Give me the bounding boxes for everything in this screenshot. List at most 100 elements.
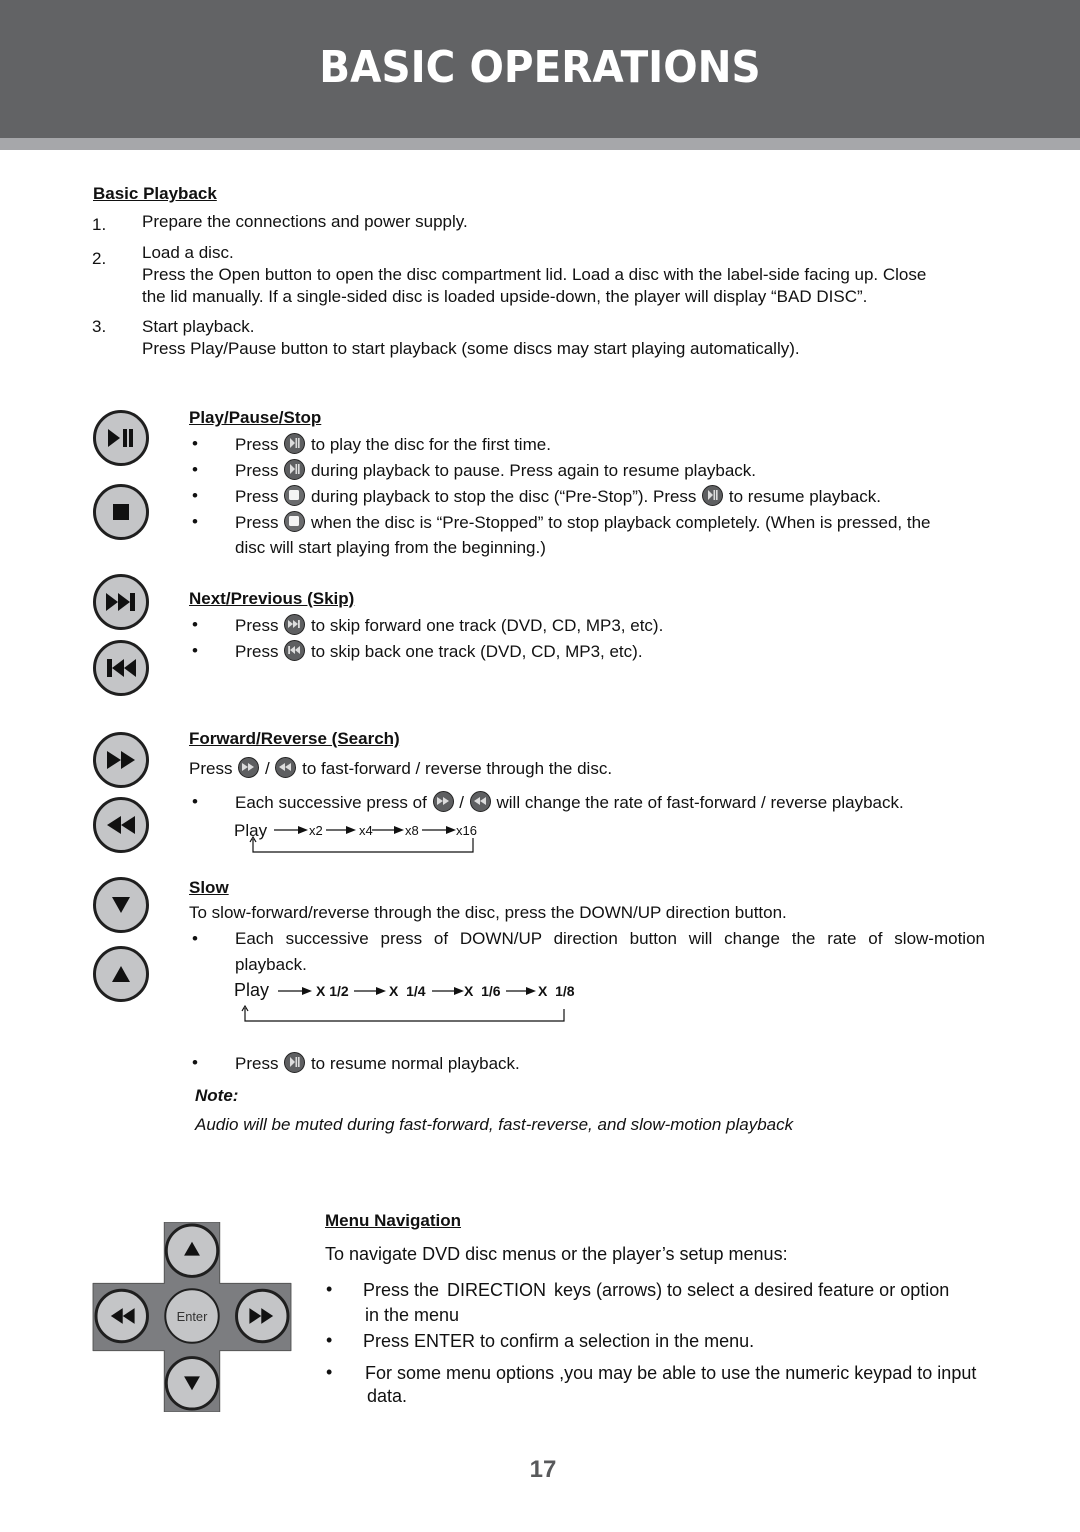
list-text: during playback to stop the disc (“Pre-S… <box>310 487 697 506</box>
list-text: Press <box>235 513 279 532</box>
list-text: Press <box>235 1054 279 1073</box>
previous-track-icon <box>107 659 136 677</box>
rewind-icon <box>107 816 135 834</box>
previous-track-icon <box>284 640 306 661</box>
list-item: Each successive press of / will change t… <box>235 791 904 814</box>
next-track-icon <box>106 593 135 611</box>
list-text: during playback to pause. Press again to… <box>310 461 757 480</box>
list-text: Press <box>235 487 279 506</box>
bullet: • <box>192 929 198 948</box>
rewind-icon <box>469 791 491 812</box>
next-track-icon <box>284 614 306 635</box>
list-text: Press <box>235 461 279 480</box>
direction-pad-illustration: Enter <box>92 1222 292 1412</box>
list-text: playback. <box>235 955 307 974</box>
list-text: Press <box>189 759 233 778</box>
list-text: / <box>264 759 270 778</box>
next-track-button-illustration <box>93 574 149 630</box>
previous-track-button-illustration <box>93 640 149 696</box>
fast-forward-icon <box>238 757 260 778</box>
list-item: Press during playback to stop the disc (… <box>235 485 881 508</box>
slow-heading: Slow <box>189 878 229 897</box>
list-text: Each successive press of <box>235 793 427 812</box>
play-pause-icon <box>702 485 724 506</box>
page-number: 17 <box>529 1456 557 1483</box>
stop-icon <box>284 511 306 532</box>
list-text: Each successive press of DOWN/UP directi… <box>235 929 985 948</box>
direction-key-label: DIRECTION <box>447 1280 547 1300</box>
bullet: • <box>192 486 198 505</box>
flow-step: X 1/8 <box>538 983 575 999</box>
list-text: For some menu options ,you may be able t… <box>365 1363 977 1383</box>
list-item: Press to skip forward one track (DVD, CD… <box>235 614 663 637</box>
flow-step: x2 <box>309 823 323 838</box>
list-text: when the disc is “Pre-Stopped” to stop p… <box>310 513 931 532</box>
page-title: BASIC OPERATIONS <box>319 42 761 93</box>
down-button-illustration <box>93 877 149 933</box>
step-number: 2. <box>92 249 107 268</box>
list-text: to resume playback. <box>728 487 882 506</box>
list-text: Press the <box>363 1280 445 1300</box>
list-text: to fast-forward / reverse through the di… <box>302 759 613 778</box>
basic-playback-heading: Basic Playback <box>93 184 217 203</box>
skip-heading: Next/Previous (Skip) <box>189 589 355 608</box>
list-text: keys (arrows) to select a desired featur… <box>549 1280 950 1300</box>
step-number: 1. <box>92 215 107 234</box>
search-intro: Press / to fast-forward / reverse throug… <box>189 757 612 780</box>
play-pause-button-illustration <box>93 410 149 466</box>
stop-icon <box>284 485 306 506</box>
fast-forward-icon <box>107 751 135 769</box>
flow-step: X 1/6 <box>464 983 501 999</box>
fast-forward-button-illustration <box>93 732 149 788</box>
step-text: the lid manually. If a single-sided disc… <box>142 287 868 306</box>
list-item: Press to resume normal playback. <box>235 1052 520 1075</box>
list-text: Press ENTER to confirm a selection in th… <box>363 1331 755 1351</box>
play-pause-icon <box>284 459 306 480</box>
bullet: • <box>326 1330 333 1350</box>
flow-step: X 1/2 <box>316 983 349 999</box>
menu-navigation-heading: Menu Navigation <box>325 1211 462 1230</box>
bullet: • <box>192 460 198 479</box>
stop-button-illustration <box>93 484 149 540</box>
note-label: Note: <box>195 1086 239 1105</box>
fast-forward-icon <box>432 791 454 812</box>
note-text: Audio will be muted during fast-forward,… <box>195 1115 794 1134</box>
rewind-button-illustration <box>93 797 149 853</box>
play-pause-icon <box>284 1052 306 1073</box>
bullet: • <box>192 641 198 660</box>
enter-label: Enter <box>177 1309 208 1324</box>
list-text: to skip forward one track (DVD, CD, MP3,… <box>310 616 664 635</box>
play-pause-icon <box>108 429 133 447</box>
up-arrow-icon <box>112 966 130 982</box>
list-text: to skip back one track (DVD, CD, MP3, et… <box>310 642 643 661</box>
list-item: Press during playback to pause. Press ag… <box>235 459 756 482</box>
list-text: will change the rate of fast-forward / r… <box>496 793 904 812</box>
flow-step: x16 <box>456 823 477 838</box>
header-stripe <box>0 138 1080 150</box>
list-item: Press to play the disc for the first tim… <box>235 433 551 456</box>
list-text: data. <box>367 1386 408 1406</box>
flow-step: Play <box>234 821 268 840</box>
step-number: 3. <box>92 317 107 336</box>
down-arrow-icon <box>112 897 130 913</box>
menu-intro: To navigate DVD disc menus or the player… <box>325 1244 788 1264</box>
list-text: Press <box>235 435 279 454</box>
search-heading: Forward/Reverse (Search) <box>189 729 400 748</box>
flow-step: x8 <box>405 823 419 838</box>
flow-step: Play <box>234 980 269 1000</box>
list-text: to resume normal playback. <box>310 1054 520 1073</box>
up-button-illustration <box>93 946 149 1002</box>
rewind-icon <box>275 757 297 778</box>
slow-speed-flow-diagram: Play X 1/2 X 1/4 X 1/6 X 1/8 <box>234 980 575 1022</box>
step-title: Start playback. <box>142 317 255 336</box>
step-title: Prepare the connections and power supply… <box>142 212 468 231</box>
list-text: disc will start playing from the beginni… <box>235 538 546 557</box>
bullet: • <box>326 1362 333 1382</box>
bullet: • <box>192 434 198 453</box>
list-text: Press <box>235 616 279 635</box>
list-text: Press <box>235 642 279 661</box>
list-text: in the menu <box>365 1305 460 1325</box>
list-item: Press the DIRECTION keys (arrows) to sel… <box>363 1279 949 1301</box>
step-text: Press Play/Pause button to start playbac… <box>142 339 800 358</box>
list-text: to play the disc for the first time. <box>310 435 551 454</box>
